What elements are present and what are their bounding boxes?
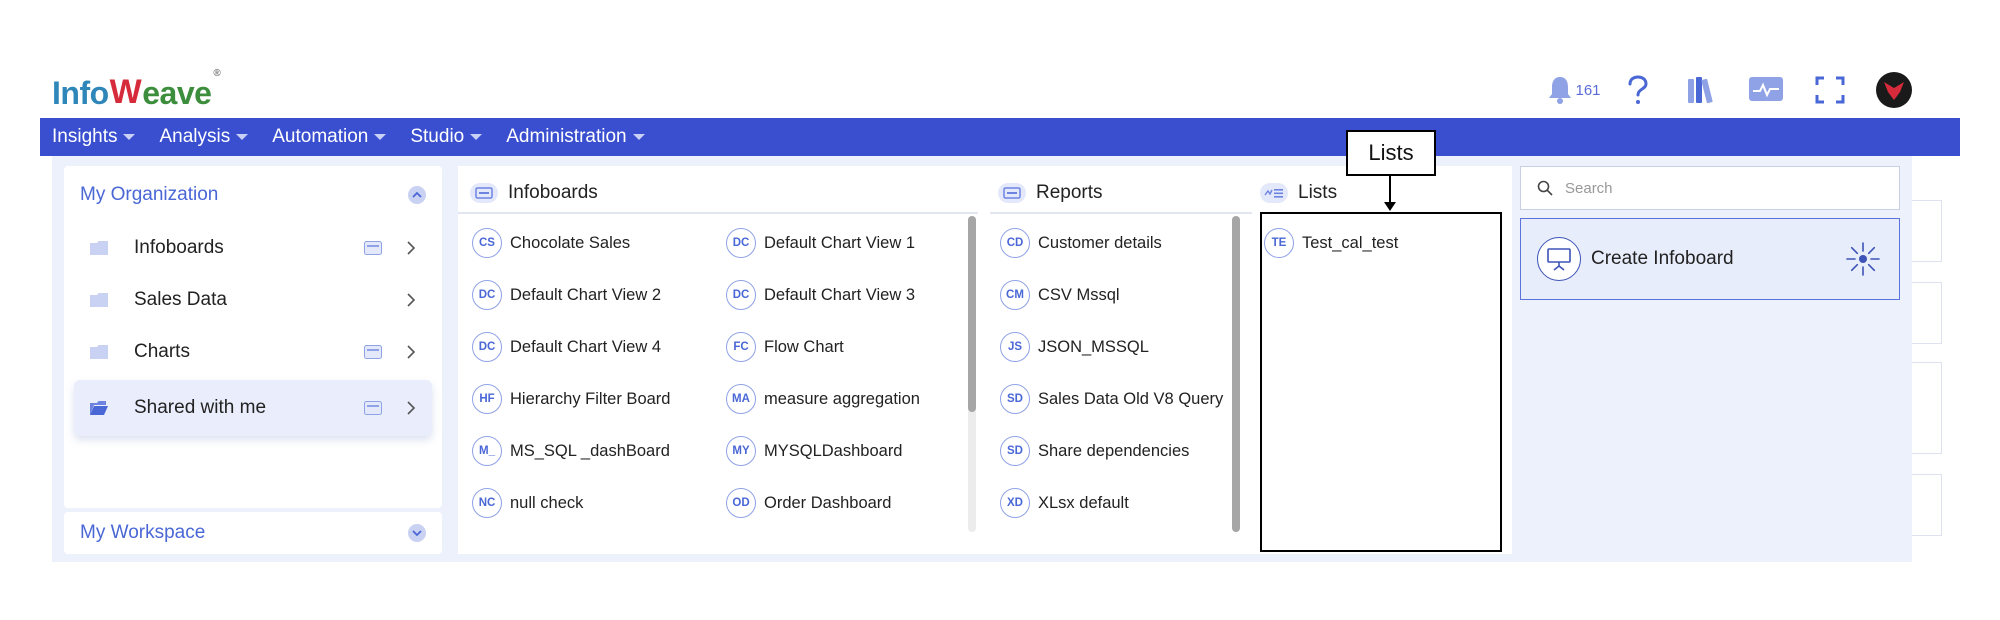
app-header: Info W eave ® 161 (40, 60, 1960, 120)
lists-column-header: Lists (1260, 182, 1337, 204)
sparkle-icon (1846, 242, 1880, 276)
library-button[interactable] (1670, 70, 1734, 110)
nav-automation[interactable]: Automation (272, 126, 387, 148)
report-item[interactable]: SD Share dependencies (1000, 436, 1189, 466)
search-icon (1537, 180, 1553, 196)
notifications-button[interactable]: 161 (1542, 70, 1606, 110)
chevron-right-icon (407, 345, 416, 359)
sidebar-item-charts[interactable]: Charts (74, 328, 432, 376)
notification-count: 161 (1575, 81, 1601, 99)
avatar (1876, 72, 1912, 108)
fullscreen-button[interactable] (1798, 70, 1862, 110)
sidebar-item-infoboards[interactable]: Infoboards (74, 224, 432, 272)
report-item[interactable]: JS JSON_MSSQL (1000, 332, 1149, 362)
infoboard-item[interactable]: HF Hierarchy Filter Board (472, 384, 670, 414)
infoboard-icon (364, 345, 382, 359)
nav-analysis[interactable]: Analysis (159, 126, 249, 148)
caret-down-icon (632, 134, 645, 140)
background-card (1912, 282, 1942, 344)
reports-scroll-thumb[interactable] (1232, 216, 1240, 532)
callout-arrow-head (1384, 202, 1396, 211)
bell-icon (1549, 77, 1572, 104)
folder-icon (90, 345, 108, 359)
background-card (1912, 474, 1942, 536)
infoboard-item[interactable]: DC Default Chart View 1 (726, 228, 915, 258)
create-infoboard-label: Create Infoboard (1591, 248, 1734, 269)
column-divider (458, 212, 978, 214)
logo-mark: W (109, 73, 142, 111)
caret-down-icon (374, 134, 387, 140)
report-item[interactable]: CD Customer details (1000, 228, 1162, 258)
infoboard-item[interactable]: NC null check (472, 488, 583, 518)
search-input[interactable] (1565, 179, 1865, 197)
lists-callout-label: Lists (1346, 130, 1436, 176)
chevron-down-icon[interactable] (408, 524, 426, 542)
infoboards-scroll-thumb[interactable] (968, 216, 976, 412)
infoboard-icon (364, 241, 382, 255)
infoboards-column-header: Infoboards (470, 182, 598, 204)
caret-down-icon (123, 134, 136, 140)
infoboard-item[interactable]: FC Flow Chart (726, 332, 844, 362)
avatar-emblem-icon (1884, 82, 1904, 100)
sidebar-item-label: Charts (134, 341, 190, 362)
sidebar-item-sales-data[interactable]: Sales Data (74, 276, 432, 324)
report-item[interactable]: CM CSV Mssql (1000, 280, 1120, 310)
column-divider (990, 212, 1252, 214)
infoboard-item[interactable]: MY MYSQLDashboard (726, 436, 903, 466)
background-card (1912, 362, 1942, 454)
sidebar-item-label: Shared with me (134, 397, 267, 418)
question-mark-icon (1628, 75, 1648, 104)
sidebar-item-label: Infoboards (134, 237, 224, 258)
create-infoboard-button[interactable]: Create Infoboard (1520, 218, 1900, 300)
organization-sidebar: My Organization Infoboards Sales Data Ch… (64, 166, 442, 508)
fullscreen-icon (1815, 76, 1845, 104)
my-workspace-header[interactable]: My Workspace (64, 512, 442, 554)
main-nav: Insights Analysis Automation Studio Admi… (40, 118, 1960, 156)
nav-administration[interactable]: Administration (506, 126, 645, 148)
background-card (1912, 200, 1942, 262)
reports-column-header: Reports (998, 182, 1103, 204)
presentation-board-icon (1537, 237, 1581, 281)
caret-down-icon (470, 134, 483, 140)
infoboard-item[interactable]: OD Order Dashboard (726, 488, 891, 518)
library-books-icon (1688, 77, 1713, 104)
insights-dropdown: My Organization Infoboards Sales Data Ch… (52, 156, 1912, 562)
callout-arrow (1389, 176, 1391, 204)
search-box[interactable] (1520, 166, 1900, 210)
folder-icon (90, 293, 108, 307)
chevron-right-icon (407, 293, 416, 307)
infoboard-item[interactable]: DC Default Chart View 4 (472, 332, 661, 362)
infoboard-item[interactable]: M_ MS_SQL _dashBoard (472, 436, 670, 466)
infoboard-item[interactable]: MA measure aggregation (726, 384, 920, 414)
nav-insights[interactable]: Insights (52, 126, 136, 148)
my-organization-header[interactable]: My Organization (80, 184, 426, 206)
user-avatar-button[interactable] (1862, 70, 1926, 110)
folder-open-icon (90, 401, 108, 415)
infoboard-item[interactable]: DC Default Chart View 2 (472, 280, 661, 310)
report-item[interactable]: SD Sales Data Old V8 Query (1000, 384, 1223, 414)
chevron-right-icon (407, 401, 416, 415)
report-item[interactable]: XD XLsx default (1000, 488, 1129, 518)
header-tools: 161 (1542, 70, 1926, 110)
lists-highlight-box (1260, 212, 1502, 552)
help-button[interactable] (1606, 70, 1670, 110)
monitor-button[interactable] (1734, 70, 1798, 110)
chevron-up-icon[interactable] (408, 186, 426, 204)
report-icon (998, 183, 1026, 203)
folder-icon (90, 241, 108, 255)
nav-studio[interactable]: Studio (410, 126, 483, 148)
monitor-pulse-icon (1749, 77, 1783, 101)
caret-down-icon (236, 134, 249, 140)
sidebar-item-shared-with-me[interactable]: Shared with me (74, 380, 432, 436)
infoveave-logo[interactable]: Info W eave ® (52, 68, 221, 112)
infoboard-item[interactable]: CS Chocolate Sales (472, 228, 630, 258)
infoboard-icon (470, 183, 498, 203)
list-icon (1260, 183, 1288, 203)
infoboard-icon (364, 401, 382, 415)
sidebar-item-label: Sales Data (134, 289, 227, 310)
chevron-right-icon (407, 241, 416, 255)
infoboard-item[interactable]: DC Default Chart View 3 (726, 280, 915, 310)
